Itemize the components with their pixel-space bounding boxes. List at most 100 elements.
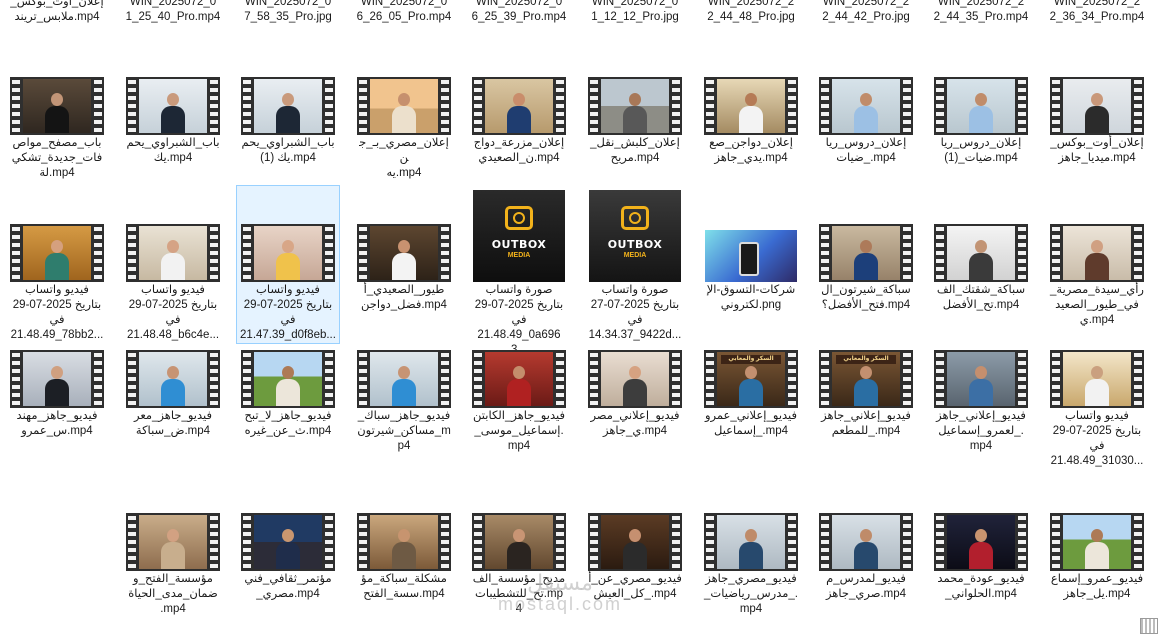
file-item[interactable]: مديح_مؤسسة_الف تح_للتشطيبات.mp 4 [467,512,571,618]
person-head [513,93,525,106]
file-item[interactable]: مؤسسة_الفتح_و ضمان_مدى_الحياة .mp4 [121,512,225,618]
video-thumbnail [10,350,104,408]
person-head [745,366,757,379]
person-figure [45,364,69,406]
thumb-background [473,190,565,282]
file-name-label: _رأي_سيدة_مصرية في_طيور_الصعيد ي.mp4 [1050,284,1144,326]
file-item[interactable]: _رأي_سيدة_مصرية في_طيور_الصعيد ي.mp4 [1045,185,1149,329]
file-item[interactable]: WIN_2025072_2 2_44_42_Pro.jpg [814,0,918,32]
file-item[interactable]: فيديو واتساب بتاريخ 2025-07-29 في 21.47.… [236,185,340,344]
file-item[interactable]: _إعلان_كلبش_نقل مريح.mp4 [583,74,687,167]
person-figure [1085,364,1109,406]
file-name-label: صورة واتساب بتاريخ 2025-07-29 في 21.48.4… [474,284,564,356]
file-item[interactable]: فيديو_مصري_عن_أ كل_العيش_.mp4 [583,512,687,603]
file-item[interactable]: فيديو_لمدرس_م صري_جاهز.mp4 [814,512,918,603]
thumb-area [1046,513,1148,571]
file-name-label: فيديو_إعلاني_عمرو إسماعيل_.mp4 [704,410,798,437]
file-name-label: WIN_2025072_0 6_26_05_Pro.mp4 [356,0,452,23]
file-item[interactable]: فيديو واتساب بتاريخ 2025-07-29 في 21.48.… [5,185,109,344]
thumb-area [930,350,1032,408]
file-item[interactable]: سباكة_شيرتون_ال فتح_الأفضل؟.mp4 [814,185,918,314]
file-item[interactable]: WIN_2025072_2 2_44_48_Pro.jpg [699,0,803,32]
file-item[interactable]: فيديو واتساب بتاريخ 2025-07-29 في 21.48.… [1045,350,1149,470]
file-name-label: _إعلان_أوت_بوكس ميديا_جاهز.mp4 [1050,137,1144,164]
person-figure [392,364,416,406]
file-item[interactable]: فيديو_إعلاني_مصر ي_جاهز.mp4 [583,350,687,440]
person-figure [276,527,300,569]
file-item[interactable]: WIN_2025072_0 7_58_35_Pro.jpg [236,0,340,32]
thumb-area [1046,350,1148,408]
person-head [1091,93,1103,106]
file-item[interactable]: باب_مصفح_مواص فات_جديدة_تشكي لة.mp4 [5,74,109,182]
file-item[interactable]: OUTBOX MEDIA صورة واتساب بتاريخ 2025-07-27… [583,185,687,344]
thumb-area [584,513,686,571]
file-item[interactable]: WIN_2025072_0 1_25_40_Pro.mp4 [121,0,225,32]
file-name-label: فيديو_عودة_محمد _الحلواني.mp4 [937,573,1025,600]
file-item[interactable]: WIN_2025072_2 2_44_35_Pro.mp4 [929,0,1033,32]
file-item[interactable]: السكر والمعابي فيديو_إعلاني_عمرو إسماعيل_… [699,350,803,440]
person-head [51,93,63,106]
file-item[interactable]: WIN_2025072_2 2_36_34_Pro.mp4 [1045,0,1149,32]
person-body [392,542,416,569]
person-head [398,366,410,379]
view-toggle-icon[interactable] [1140,618,1158,634]
file-item[interactable]: فيديو_مصري_جاهز _مدرس_رياضيات_. mp4 [699,512,803,618]
person-body [161,379,185,406]
file-item[interactable]: WIN_2025072_0 6_26_05_Pro.mp4 [352,0,456,32]
file-item[interactable]: طيور_الصعيدي_أ فضل_دواجن.mp4 [352,185,456,314]
file-item[interactable]: إعلان_مزرعة_دواج ن_الصعيدي.mp4 [467,74,571,167]
video-frame [832,79,900,133]
image-thumbnail: OUTBOX MEDIA [473,190,565,282]
file-item[interactable]: إعلان_دروس_ريا ضيات_.mp4 [814,74,918,167]
file-item[interactable]: إعلان_دروس_ريا ضيات_(1).mp4 [929,74,1033,167]
file-item[interactable]: إعلان_دواجن_صع يدي_جاهز.mp4 [699,74,803,167]
file-item[interactable]: باب_الشبراوي_يحم يك (1).mp4 [236,74,340,167]
person-body [1085,253,1109,280]
file-item[interactable]: WIN_2025072_0 6_25_39_Pro.mp4 [467,0,571,32]
file-name-label: WIN_2025072_2 2_44_42_Pro.jpg [822,0,910,23]
file-item[interactable]: شركات-التسوق-الإ لكتروني.png [699,185,803,314]
person-figure [854,91,878,133]
file-item[interactable]: WIN_2025072_0 1_12_12_Pro.jpg [583,0,687,32]
file-item[interactable]: إعلان_مصري_بـ_جن يه.mp4 [352,74,456,182]
file-name-label: مشكلة_سباكة_مؤ سسة_الفتح.mp4 [361,573,447,600]
file-item[interactable]: باب_الشبراوي_يحم يك.mp4 [121,74,225,167]
video-thumbnail [357,224,451,282]
person-figure [45,91,69,133]
person-body [969,379,993,406]
file-item[interactable]: السكر والمعابي فيديو_إعلاني_جاهز للمطعم_.… [814,350,918,440]
video-thumbnail [1050,350,1144,408]
file-item[interactable]: OUTBOX MEDIA صورة واتساب بتاريخ 2025-07-29… [467,185,571,359]
file-item[interactable]: فيديو_عمرو_إسماع يل_جاهز.mp4 [1045,512,1149,603]
file-item[interactable]: _إعلان_أوت_بوكس ميديا_جاهز.mp4 [1045,74,1149,167]
file-item[interactable]: فيديو واتساب بتاريخ 2025-07-29 في 21.48.… [121,185,225,344]
file-item[interactable]: _إعلان_أوت_بوكس ملابس_تريند.mp4 [5,0,109,32]
file-name-label: _إعلان_أوت_بوكس ملابس_تريند.mp4 [10,0,104,23]
file-item[interactable]: فيديو_إعلاني_جاهز لعمرو_إسماعيل_. mp4 [929,350,1033,455]
video-thumbnail [357,350,451,408]
file-grid: WIN_2025072_2 2_36_34_Pro.mp4 WIN_2025072… [0,0,1160,636]
video-frame [1063,352,1131,406]
video-frame [1063,515,1131,569]
video-thumbnail [1050,77,1144,135]
video-frame [601,515,669,569]
person-body [854,379,878,406]
person-figure [1085,238,1109,280]
file-item[interactable]: فيديو_عودة_محمد _الحلواني.mp4 [929,512,1033,603]
file-item[interactable]: سباكة_شقتك_الف تح_الأفضل.mp4 [929,185,1033,314]
file-item[interactable]: فيديو_جاهز_لا_تبح ث_عن_غيره.mp4 [236,350,340,440]
file-item[interactable]: مؤتمر_ثقافي_فني _مصري.mp4 [236,512,340,603]
file-item[interactable]: مشكلة_سباكة_مؤ سسة_الفتح.mp4 [352,512,456,603]
video-frame [370,79,438,133]
file-item[interactable]: فيديو_جاهز_الكابتن _إسماعيل_موسى. mp4 [467,350,571,455]
file-item[interactable]: فيديو_جاهز_مهند س_عمرو.mp4 [5,350,109,440]
person-figure [623,364,647,406]
file-item[interactable]: _فيديو_جاهز_سباك مساكن_شيرتون_m p4 [352,350,456,455]
video-frame [947,226,1015,280]
video-frame [832,226,900,280]
thumb-area [6,75,108,135]
video-thumbnail [10,77,104,135]
file-item[interactable]: فيديو_جاهز_معر ض_سباكة.mp4 [121,350,225,440]
video-frame [485,515,553,569]
person-head [398,529,410,542]
